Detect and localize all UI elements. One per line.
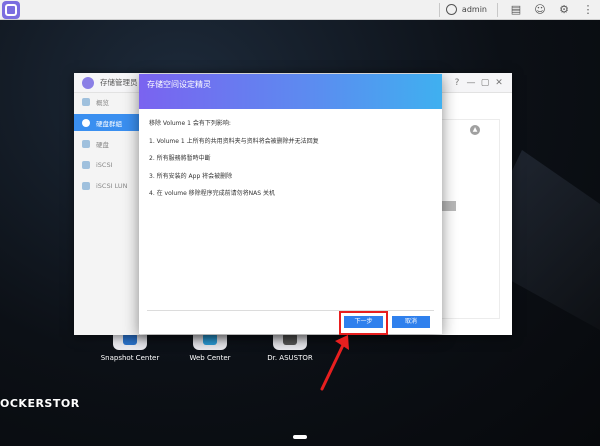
chevron-up-icon[interactable]: ▲	[470, 125, 480, 135]
sidebar: 概览 硬盘群組 硬盘 iSCSI iSCSI LUN	[74, 93, 140, 335]
sidebar-item-disk[interactable]: 硬盘	[74, 135, 139, 152]
dialog-header: 存储空间设定精灵	[139, 74, 442, 109]
help-icon[interactable]: ?	[450, 76, 464, 90]
panel-scroll-handle[interactable]	[440, 201, 456, 211]
username: admin	[461, 5, 487, 14]
volume-detail-panel	[440, 119, 500, 319]
dialog-title: 存储空间设定精灵	[147, 80, 211, 89]
user-menu[interactable]: admin	[445, 4, 487, 15]
brand-logo: OCKERSTOR	[0, 397, 80, 410]
dialog-divider	[147, 310, 434, 311]
overview-icon	[82, 97, 90, 106]
user-icon	[445, 4, 457, 15]
window-title: 存储管理员	[100, 78, 138, 87]
sidebar-item-iscsi-lun[interactable]: iSCSI LUN	[74, 177, 139, 194]
warning-line: 1. Volume 1 上所有的共用资料夹与资料将会被删除并无法回复	[149, 137, 319, 145]
iscsi-icon	[82, 160, 90, 169]
maximize-icon[interactable]: ▢	[478, 76, 492, 90]
minimize-icon[interactable]: —	[464, 76, 478, 90]
sidebar-item-overview[interactable]: 概览	[74, 93, 139, 110]
annotation-highlight-box	[339, 311, 388, 335]
annotation-arrow-icon	[320, 335, 349, 391]
storage-manager-taskbar-icon[interactable]	[2, 0, 20, 19]
sidebar-item-volume[interactable]: 硬盘群組	[74, 114, 139, 131]
dialog-body: 移除 Volume 1 会有下列影响: 1. Volume 1 上所有的共用资料…	[139, 109, 442, 197]
sidebar-item-iscsi[interactable]: iSCSI	[74, 156, 139, 173]
more-icon[interactable]: ⋮	[580, 2, 596, 18]
close-icon[interactable]: ✕	[492, 76, 506, 90]
window-controls: ? — ▢ ✕	[450, 76, 506, 90]
page-indicator[interactable]	[293, 435, 307, 439]
warning-line: 2. 所有服務將暫時中斷	[149, 155, 211, 162]
disk-icon	[82, 139, 90, 148]
iscsi-lun-icon	[82, 181, 90, 190]
storage-wizard-dialog: 存储空间设定精灵 移除 Volume 1 会有下列影响: 1. Volume 1…	[139, 74, 442, 334]
gear-icon[interactable]: ⚙	[556, 2, 572, 18]
disk-group-icon	[82, 118, 90, 127]
storage-manager-icon	[82, 76, 94, 89]
notes-icon[interactable]: ▤	[508, 2, 524, 18]
warning-line: 3. 所有安装的 App 将会被删除	[149, 172, 233, 180]
taskbar: admin ▤ ☺ ⚙ ⋮	[0, 0, 600, 20]
warning-intro: 移除 Volume 1 会有下列影响:	[149, 120, 231, 127]
warning-line: 4. 在 volume 移除程序完成前请勿将NAS 关机	[149, 190, 275, 197]
smiley-icon[interactable]: ☺	[532, 2, 548, 18]
cancel-button[interactable]: 取消	[392, 316, 430, 328]
